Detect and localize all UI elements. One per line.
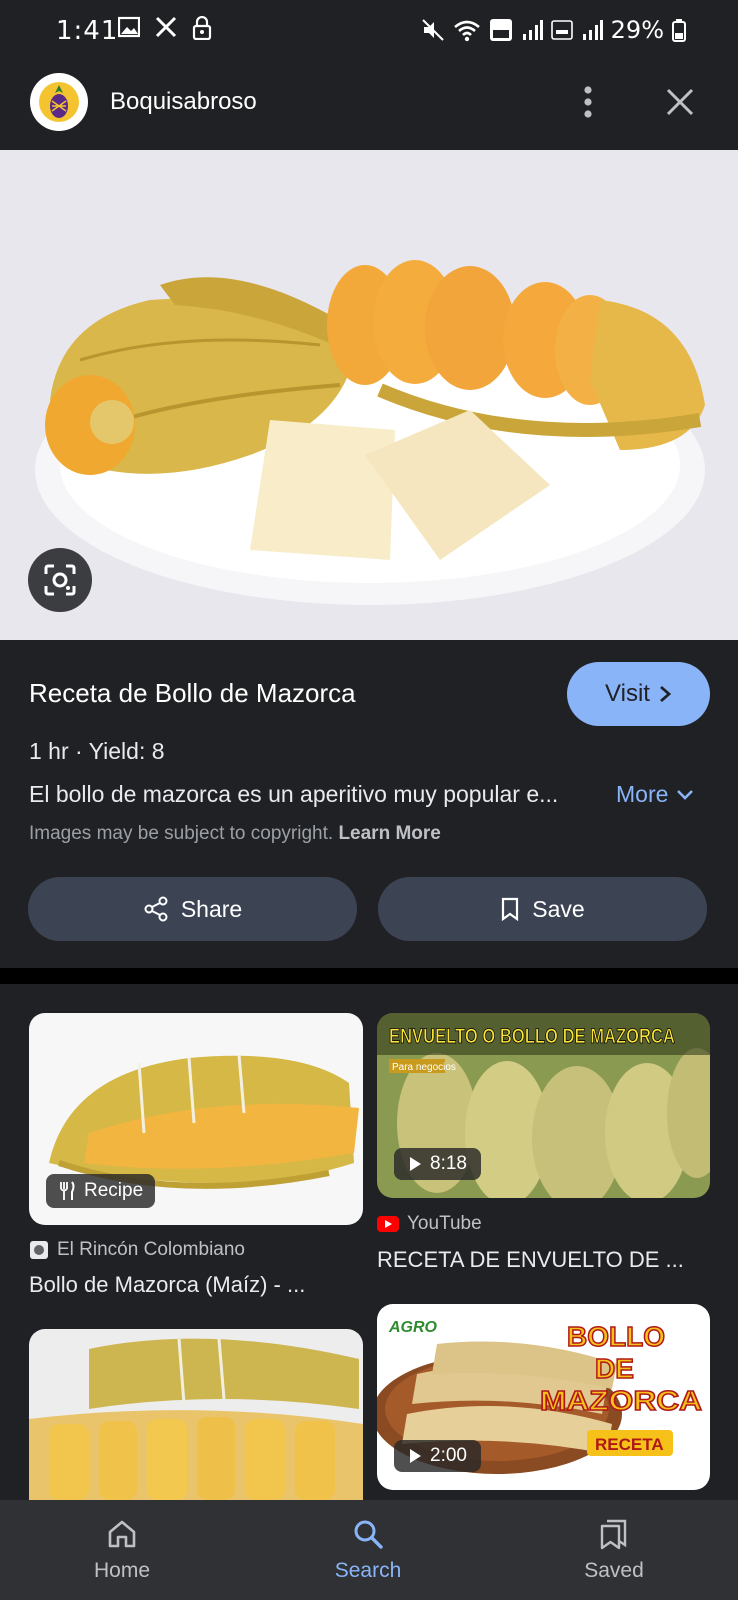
nav-home[interactable]: Home [32, 1500, 212, 1600]
more-vert-icon[interactable] [576, 82, 600, 122]
bookmark-icon [502, 897, 519, 921]
related-source-1: El Rincón Colombiano [29, 1239, 245, 1261]
site-name: Boquisabroso [110, 88, 257, 115]
search-icon [354, 1520, 383, 1549]
close-icon[interactable] [660, 82, 700, 122]
recipe-badge: Recipe [46, 1174, 156, 1208]
video-overlay-tag: RECETA [595, 1435, 664, 1454]
recipe-title: Receta de Bollo de Mazorca [29, 678, 356, 708]
status-left-icons [118, 16, 212, 40]
volte-4g-icon [489, 19, 512, 41]
related-title-1[interactable]: Bollo de Mazorca (Maíz) - ... [29, 1272, 359, 1298]
lens-icon [44, 564, 76, 596]
chevron-right-icon [660, 685, 672, 703]
status-time: 1:41 [56, 16, 119, 46]
mute-icon [421, 19, 444, 41]
recipe-meta: 1 hr · Yield: 8 [29, 738, 165, 764]
video-overlay-line3: MAZORCA [540, 1385, 702, 1416]
nav-home-label: Home [93, 1559, 151, 1582]
status-bar: 1:41 29% [0, 0, 738, 60]
nav-search-label: Search [334, 1559, 402, 1582]
chevron-down-icon [677, 789, 694, 800]
related-source-2: YouTube [377, 1213, 482, 1235]
learn-more-link[interactable]: Learn More [338, 823, 440, 844]
video-duration-2: 2:00 [430, 1445, 467, 1466]
site-logo[interactable] [30, 73, 88, 131]
save-button[interactable]: Save [378, 877, 707, 941]
battery-icon [672, 19, 686, 42]
play-icon [410, 1157, 421, 1171]
recipe-description: El bollo de mazorca es un aperitivo muy … [29, 781, 559, 807]
saved-collections-icon [600, 1519, 627, 1550]
video-overlay-title: ENVUELTO O BOLLO DE MAZORCA [389, 1025, 675, 1048]
signal-icon-1 [522, 20, 543, 40]
related-title-2[interactable]: RECETA DE ENVUELTO DE ... [377, 1247, 707, 1273]
pineapple-icon [39, 82, 79, 122]
video-overlay-line2: DE [595, 1353, 634, 1384]
related-source-2-name: YouTube [407, 1213, 482, 1234]
lock-icon [192, 16, 212, 40]
more-label: More [616, 781, 669, 807]
hero-image[interactable] [0, 150, 738, 640]
gallery-icon [118, 16, 140, 38]
share-label: Share [180, 895, 243, 922]
related-card-image-3[interactable] [29, 1329, 363, 1500]
nav-search[interactable]: Search [278, 1500, 458, 1600]
video-duration-1: 8:18 [430, 1153, 467, 1174]
video-overlay-brand: AGRO [388, 1319, 438, 1336]
site-favicon [30, 1241, 48, 1259]
volte-lte2-icon [550, 20, 573, 40]
x-app-icon [155, 16, 177, 38]
lens-button[interactable] [28, 548, 92, 612]
nav-saved[interactable]: Saved [524, 1500, 704, 1600]
copyright-text: Images may be subject to copyright. [29, 823, 334, 844]
wifi-icon [453, 20, 480, 42]
bottom-nav: Home Search Saved [0, 1500, 738, 1600]
signal-icon-2 [582, 20, 603, 40]
more-button[interactable]: More [616, 781, 694, 808]
share-button[interactable]: Share [28, 877, 357, 941]
nav-saved-label: Saved [584, 1559, 644, 1582]
related-source-1-name: El Rincón Colombiano [57, 1239, 245, 1260]
site-header: Boquisabroso [0, 60, 738, 150]
youtube-icon [377, 1216, 399, 1232]
share-icon [144, 896, 168, 922]
video-overlay-line1: BOLLO [567, 1321, 665, 1352]
video-duration-badge-1: 8:18 [394, 1148, 481, 1180]
video-overlay-sub: Para negocios [392, 1062, 456, 1073]
status-right-icons: 29% [421, 16, 686, 44]
save-label: Save [532, 895, 585, 922]
fork-knife-icon [60, 1181, 75, 1200]
copyright-notice: Images may be subject to copyright. Lear… [29, 823, 441, 845]
recipe-badge-label: Recipe [84, 1180, 144, 1201]
visit-label: Visit [605, 680, 650, 707]
video-duration-badge-2: 2:00 [394, 1440, 481, 1472]
battery-percent: 29% [610, 16, 664, 44]
visit-button[interactable]: Visit [567, 662, 710, 726]
play-icon [410, 1449, 421, 1463]
section-divider [0, 968, 738, 984]
home-icon [108, 1520, 136, 1548]
